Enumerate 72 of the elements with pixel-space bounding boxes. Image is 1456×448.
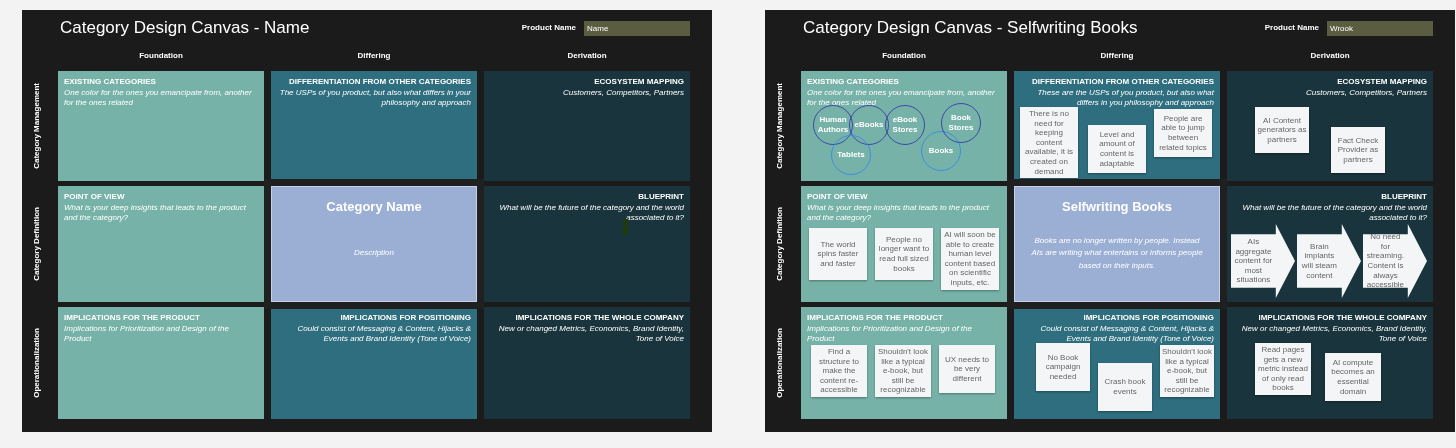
arrow-shape: Brain implants will steam content [1297,224,1361,298]
section-subtitle: What will be the future of the category and the world associated to it? [498,203,684,223]
arrow-shape: No need for streaming. Content is always accessible [1363,224,1427,298]
sticky-note: Shouldn't look like a typical e-book, but still be recognizable [875,345,931,397]
field-label: Product Name [1264,22,1319,34]
section-subtitle: Customers, Competitors, Partners [1305,88,1427,98]
column-header: Differing [1099,50,1135,62]
sticky-note: Level and amount of content is adaptable [1088,125,1146,173]
row-label: Operationalization [30,328,42,398]
section-title: DIFFERENTIATION FROM OTHER CATEGORIES [1031,76,1214,88]
sticky-note: AI compute becomes an essential domain [1325,353,1381,401]
section-title: IMPLICATIONS FOR POSITIONING [1082,312,1214,324]
product-name-field[interactable]: Wrook [1327,20,1433,36]
section-subtitle: Implications for Prioritization and Design of the Product [64,324,230,344]
sticky-note: AI will soon be able to create human level content based on scientific inputs, etc. [941,228,999,290]
section-subtitle: New or changed Metrics, Economics, Brand Identity, Tone of Voice [1240,324,1427,344]
section-title: EXISTING CATEGORIES [64,76,157,88]
column-header: Foundation [138,50,184,62]
board-title: Category Design Canvas - Selfwriting Books [803,17,1138,40]
section-title: DIFFERENTIATION FROM OTHER CATEGORIES [288,76,471,88]
sticky-note: There is no need for keeping content available, it is created on demand [1020,107,1078,179]
section-title: IMPLICATIONS FOR POSITIONING [339,312,471,324]
column-header: Derivation [1309,50,1351,62]
row-label: Category Definition [773,207,785,281]
section-title: ECOSYSTEM MAPPING [1336,76,1427,88]
sticky-note: People no longer want to read full sized books [875,228,933,280]
column-header: Derivation [566,50,608,62]
row-label: Operationalization [773,328,785,398]
section-title: BLUEPRINT [1380,191,1427,203]
sticky-note: Read pages gets a new metric instead of only read books [1255,343,1311,395]
category-name: Category Name [326,198,422,216]
section-title: ECOSYSTEM MAPPING [593,76,684,88]
column-header: Foundation [881,50,927,62]
column-header: Differing [356,50,392,62]
section-subtitle: Customers, Competitors, Partners [562,88,684,98]
sticky-note: People are able to jump between related topics [1154,109,1212,157]
section-subtitle: What is your deep insights that leads to the product and the category? [64,203,247,223]
product-name-field[interactable]: Name [584,20,690,36]
section-subtitle: The USPs of you product, but also what differs in your philosophy and approach [278,88,471,108]
category-name: Selfwriting Books [1062,198,1172,216]
section-title: IMPLICATIONS FOR THE WHOLE COMPANY [514,312,684,324]
sticky-note: The world spins faster and faster [809,228,867,280]
section-subtitle: Implications for Prioritization and Design of the Product [807,324,973,344]
section-title: IMPLICATIONS FOR THE PRODUCT [64,312,201,324]
section-subtitle: New or changed Metrics, Economics, Brand Identity, Tone of Voice [497,324,684,344]
section-subtitle: These are the USPs of you product, but also what differs in you philosophy and approach [1036,88,1214,108]
sticky-note: Find a structure to make the content re-accessible [811,345,867,397]
field-label: Product Name [521,22,576,34]
sticky-note: Shouldn't look like a typical e-book, but still be recognizable [1160,345,1214,397]
sticky-note: Crash book events [1098,363,1152,411]
row-label: Category Definition [30,207,42,281]
sticky-note: AI Content generators as partners [1255,107,1309,153]
section-subtitle: What is your deep insights that leads to the product and the category? [807,203,990,223]
section-title: POINT OF VIEW [64,191,126,203]
section-title: IMPLICATIONS FOR THE WHOLE COMPANY [1257,312,1427,324]
section-subtitle: Could consist of Messaging & Content, Hijacks & Events and Brand Identity (Tone of Voice) [296,324,471,344]
section-subtitle: One color for the ones you emancipate from, another for the ones related [64,88,253,108]
sticky-note: UX needs to be very different [939,345,995,393]
section-title: EXISTING CATEGORIES [807,76,900,88]
sticky-note: Fact Check Provider as partners [1331,127,1385,173]
category-description: Description [354,247,394,260]
category-description: Books are no longer written by people. Instead AIs are writing what entertains or informs people based on their inputs. [1030,234,1204,273]
row-label: Category Management [30,83,42,169]
section-title: POINT OF VIEW [807,191,869,203]
section-subtitle: Could consist of Messaging & Content, Hijacks & Events and Brand Identity (Tone of Voice) [1039,324,1214,344]
section-subtitle: What will be the future of the category and the world associated to it? [1241,203,1427,223]
section-title: IMPLICATIONS FOR THE PRODUCT [807,312,944,324]
board-title: Category Design Canvas - Name [60,17,310,40]
row-label: Category Management [773,83,785,169]
sticky-note: No Book campaign needed [1036,343,1090,391]
arrow-shape: AIs aggregate content for most situations [1231,224,1295,298]
section-title: BLUEPRINT [637,191,684,203]
